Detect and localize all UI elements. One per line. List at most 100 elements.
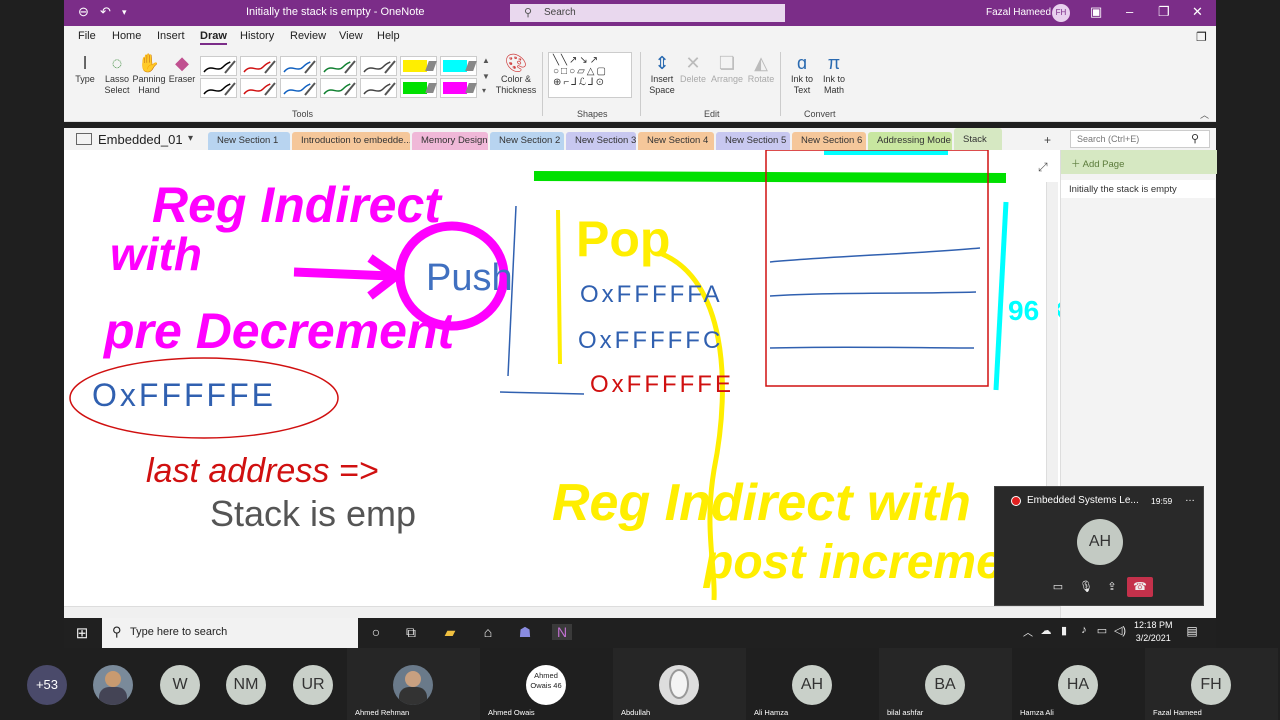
notifications-icon[interactable]: ▤: [1182, 624, 1202, 638]
notebook-name[interactable]: Embedded_01: [98, 132, 183, 147]
user-name[interactable]: Fazal Hameed: [986, 7, 1051, 18]
section-tab[interactable]: New Section 4: [638, 132, 714, 150]
pen-swatch[interactable]: [280, 78, 317, 98]
cortana-icon[interactable]: ○: [366, 624, 386, 640]
collapse-ribbon-icon[interactable]: ︿: [1200, 108, 1209, 121]
windows-start-icon[interactable]: ⊞: [72, 624, 92, 642]
menu-review[interactable]: Review: [290, 30, 326, 42]
tray-chevron-icon[interactable]: ︿: [1018, 624, 1038, 639]
section-tab[interactable]: New Section 5: [716, 132, 790, 150]
shapes-gallery[interactable]: ╲╲↗↘↗ ○□○▱△▢ ⊕⌐⅃ℒ⅃⊙: [548, 52, 632, 98]
menu-insert[interactable]: Insert: [157, 30, 185, 42]
task-view-icon[interactable]: ⧉: [401, 624, 421, 641]
notebook-search-input[interactable]: Search (Ctrl+E) ⚲: [1070, 130, 1210, 148]
notebook-pane-icon[interactable]: ❐: [1196, 30, 1207, 44]
pen-swatch[interactable]: [400, 78, 437, 98]
expand-icon[interactable]: ⤢: [1038, 160, 1048, 175]
participant-tile[interactable]: BA bilal ashfar: [879, 648, 1012, 720]
mic-icon[interactable]: 🎙︎: [1075, 577, 1097, 597]
ink-to-text-button[interactable]: ɑ Ink to Text: [786, 52, 818, 96]
arrange-button[interactable]: ❏ Arrange: [710, 52, 744, 85]
pen-swatch[interactable]: [240, 78, 277, 98]
menu-view[interactable]: View: [339, 30, 363, 42]
search-input[interactable]: ⚲ Search: [510, 4, 785, 22]
notebook-dropdown-icon[interactable]: ▾: [188, 133, 193, 144]
pen-swatch[interactable]: [280, 56, 317, 76]
delete-button[interactable]: ✕ Delete: [678, 52, 708, 85]
pen-swatch[interactable]: [240, 56, 277, 76]
participant-photo[interactable]: [93, 665, 133, 705]
ink-to-math-button[interactable]: π Ink to Math: [818, 52, 850, 96]
battery-icon[interactable]: ▮: [1054, 624, 1074, 637]
participant-tile[interactable]: HA Hamza Ali: [1012, 648, 1145, 720]
menu-home[interactable]: Home: [112, 30, 141, 42]
more-participants-button[interactable]: +53: [27, 665, 67, 705]
section-tab[interactable]: Addressing Mode: [868, 132, 952, 150]
more-options-icon[interactable]: …: [1185, 493, 1195, 504]
panning-hand-tool[interactable]: ✋ Panning Hand: [132, 52, 166, 96]
cloud-icon[interactable]: ☁: [1036, 624, 1056, 637]
restore-icon[interactable]: ❐: [1158, 4, 1170, 20]
menu-history[interactable]: History: [240, 30, 274, 42]
hang-up-icon[interactable]: ☎︎: [1127, 577, 1153, 597]
taskbar-search-input[interactable]: ⚲ Type here to search: [102, 618, 358, 648]
pen-swatch[interactable]: [440, 56, 477, 76]
back-icon[interactable]: ⊖: [78, 4, 89, 20]
section-tab[interactable]: Introduction to embedde...: [292, 132, 410, 150]
lasso-select-tool[interactable]: ◌ Lasso Select: [102, 52, 132, 96]
pen-swatch[interactable]: [320, 56, 357, 76]
rotate-button[interactable]: ◭ Rotate: [746, 52, 776, 85]
section-tab[interactable]: New Section 3: [566, 132, 636, 150]
horizontal-scrollbar[interactable]: [64, 606, 1060, 618]
meeting-window[interactable]: Embedded Systems Le... 19:59 … AH ▭ 🎙︎ ⇪…: [994, 486, 1204, 606]
onenote-icon[interactable]: N: [552, 624, 572, 640]
section-tab[interactable]: Memory Design: [412, 132, 488, 150]
customize-toolbar-icon[interactable]: ▾: [122, 7, 127, 18]
add-page-button[interactable]: ＋ Add Page: [1061, 150, 1217, 174]
share-screen-icon[interactable]: ⇪: [1101, 577, 1123, 597]
menu-draw[interactable]: Draw: [200, 30, 227, 45]
user-avatar[interactable]: FH: [1052, 4, 1070, 22]
section-tab[interactable]: Stack: [954, 128, 1002, 150]
file-explorer-icon[interactable]: ▰: [440, 624, 460, 641]
store-icon[interactable]: ⌂: [478, 624, 498, 640]
participant-tile[interactable]: FH Fazal Hameed: [1145, 648, 1278, 720]
participant-tile[interactable]: Abdullah: [613, 648, 746, 720]
close-icon[interactable]: ✕: [1192, 4, 1203, 20]
section-tab[interactable]: New Section 6: [792, 132, 866, 150]
menu-help[interactable]: Help: [377, 30, 400, 42]
note-canvas[interactable]: Reg Indirect with pre Decrement Push OxF…: [64, 149, 1087, 606]
eraser-tool[interactable]: ◆ Eraser: [168, 52, 196, 85]
volume-icon[interactable]: ◁): [1110, 624, 1130, 637]
teams-icon[interactable]: ☗: [515, 624, 535, 641]
pen-scroll-up-icon[interactable]: ▲: [482, 56, 490, 65]
insert-space-button[interactable]: ⇕ Insert Space: [646, 52, 678, 96]
pen-swatch[interactable]: [320, 78, 357, 98]
pen-gallery-more-icon[interactable]: ▾: [482, 86, 486, 95]
pen-swatch[interactable]: [200, 56, 237, 76]
camera-off-icon[interactable]: ▭: [1047, 577, 1069, 597]
pen-swatch[interactable]: [400, 56, 437, 76]
minimize-icon[interactable]: –: [1126, 4, 1133, 19]
color-thickness-button[interactable]: 🎨︎ Color & Thickness: [494, 52, 538, 96]
page-item[interactable]: Initially the stack is empty: [1061, 180, 1215, 198]
undo-icon[interactable]: ↶: [100, 4, 111, 20]
section-tab[interactable]: New Section 2: [490, 132, 564, 150]
participant-avatar[interactable]: NM: [226, 665, 266, 705]
section-tab[interactable]: New Section 1: [208, 132, 290, 150]
add-section-button[interactable]: +: [1044, 133, 1051, 147]
pen-scroll-down-icon[interactable]: ▼: [482, 72, 490, 81]
participant-tile[interactable]: Ahmed Rehman: [347, 648, 480, 720]
type-tool[interactable]: Ⅰ Type: [72, 52, 98, 85]
menu-file[interactable]: File: [78, 30, 96, 42]
clock[interactable]: 12:18 PM 3/2/2021: [1134, 619, 1173, 645]
pen-swatch[interactable]: [440, 78, 477, 98]
participant-tile[interactable]: AH Ali Hamza: [746, 648, 879, 720]
network-icon[interactable]: ▭: [1092, 624, 1112, 637]
ribbon-display-icon[interactable]: ▣: [1090, 4, 1102, 20]
participant-avatar[interactable]: UR: [293, 665, 333, 705]
participant-avatar[interactable]: W: [160, 665, 200, 705]
pen-swatch[interactable]: [360, 78, 397, 98]
pen-swatch[interactable]: [360, 56, 397, 76]
mic-tray-icon[interactable]: ♪: [1074, 624, 1094, 636]
